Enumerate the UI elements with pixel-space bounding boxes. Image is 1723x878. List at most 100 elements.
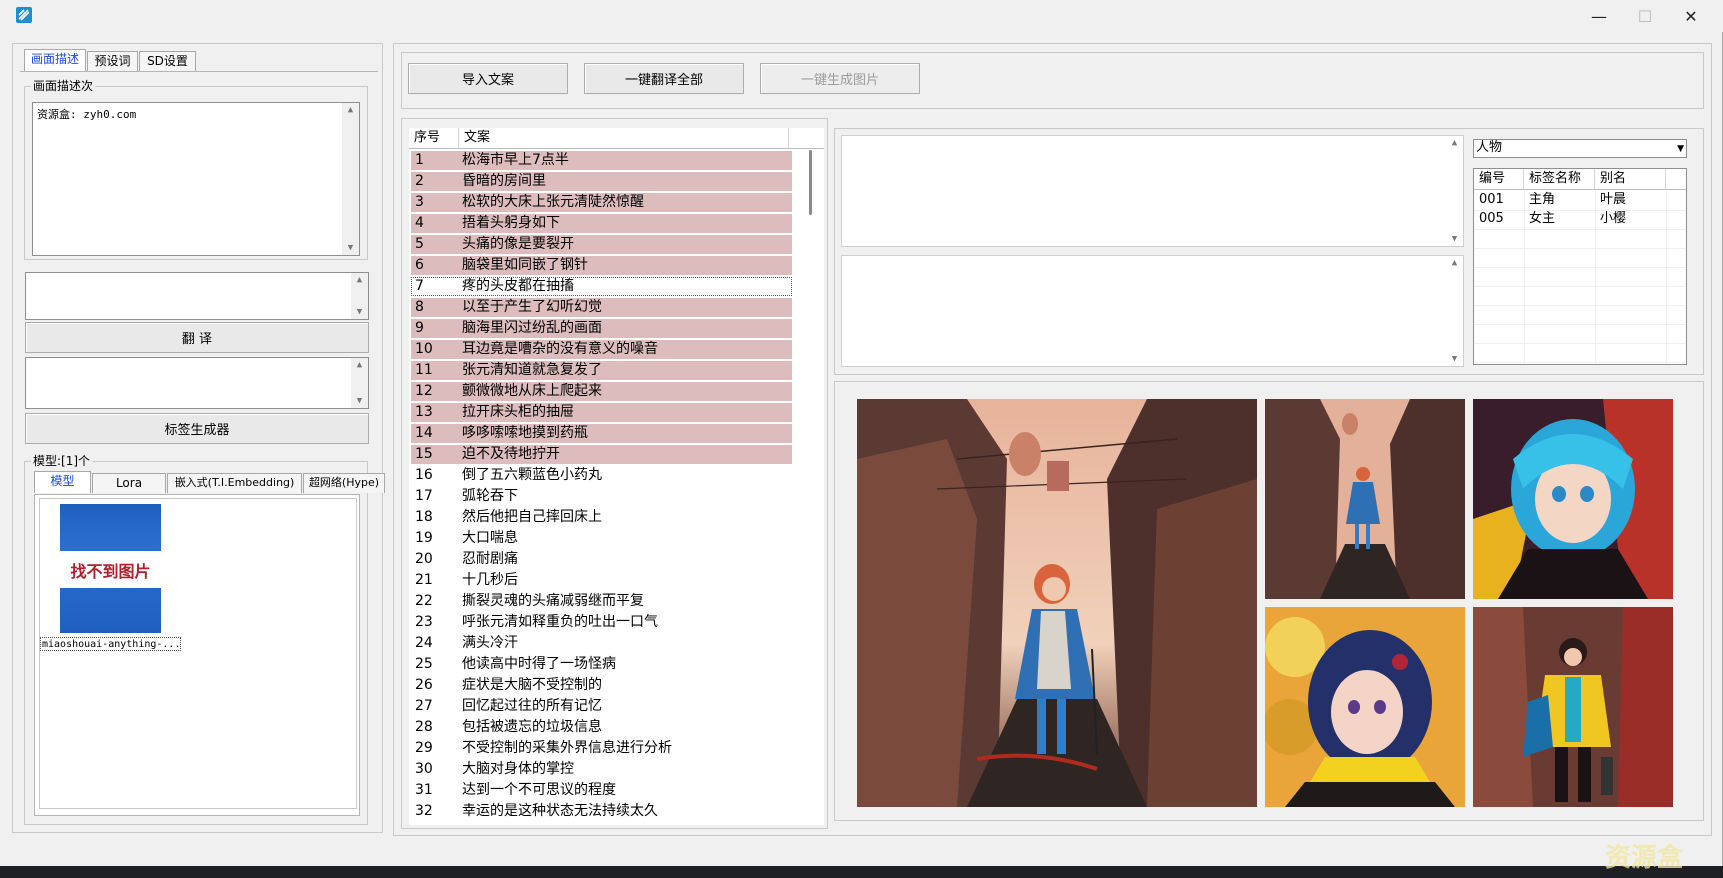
table-row[interactable]: 14 哆哆嗦嗦地摸到药瓶 (411, 424, 792, 443)
table-row[interactable]: 29 不受控制的采集外界信息进行分析 (411, 739, 792, 758)
row-script-text: 昏暗的房间里 (462, 173, 546, 189)
scroll-up-icon[interactable]: ▲ (1446, 136, 1463, 150)
table-row[interactable]: 22 撕裂灵魂的头痛减弱继而平复 (411, 592, 792, 611)
table-row[interactable]: 17 弧轮吞下 (411, 487, 792, 506)
generated-image-main[interactable] (857, 399, 1257, 807)
prompt-preview-scrollbar[interactable]: ▲ ▼ (1446, 136, 1463, 246)
scroll-up-icon[interactable]: ▲ (351, 358, 368, 372)
model-tab-strip: 模型 Lora 嵌入式(T.I.Embedding) 超网络(Hype) (32, 471, 385, 494)
translated-textarea[interactable]: ▲ ▼ (25, 357, 369, 409)
tab-model[interactable]: 模型 (34, 471, 91, 493)
model-name-label[interactable]: miaoshouai-anything-... (40, 637, 181, 651)
table-row[interactable]: 12 颤微微地从床上爬起来 (411, 382, 792, 401)
scroll-up-icon[interactable]: ▲ (1446, 256, 1463, 270)
generated-image-3[interactable] (1473, 399, 1673, 599)
table-row[interactable]: 3 松软的大床上张元清陡然惊醒 (411, 193, 792, 212)
character-row[interactable]: 001 主角 叶晨 (1474, 191, 1666, 209)
table-row[interactable]: 7 疼的头皮都在抽搐 (411, 277, 792, 296)
generated-image-4[interactable] (1265, 607, 1465, 807)
row-index: 24 (415, 635, 433, 651)
character-row[interactable]: 005 女主 小樱 (1474, 210, 1666, 228)
table-row[interactable]: 16 倒了五六颗蓝色小药丸 (411, 466, 792, 485)
chevron-down-icon[interactable]: ▼ (1677, 141, 1684, 157)
scrollbar-thumb[interactable] (809, 150, 812, 215)
import-script-button[interactable]: 导入文案 (408, 63, 568, 94)
tab-hypernetwork[interactable]: 超网络(Hype) (303, 473, 385, 493)
table-row[interactable]: 10 耳边竟是嘈杂的没有意义的噪音 (411, 340, 792, 359)
tab-sd-settings[interactable]: SD设置 (139, 51, 196, 71)
row-index: 6 (415, 257, 424, 273)
prompt-textarea[interactable]: ▲ ▼ (25, 272, 369, 320)
script-list[interactable]: 序号 文案 1 松海市早上7点半 2 昏暗的房间里 3 松软的大床上张元清陡然惊醒 4 捂着头… (409, 128, 824, 825)
generated-image-5[interactable] (1473, 607, 1673, 807)
maximize-button[interactable]: ☐ (1622, 0, 1668, 32)
scroll-down-icon[interactable]: ▼ (1446, 232, 1463, 246)
translate-button[interactable]: 翻 译 (25, 322, 369, 353)
table-row[interactable]: 24 满头冷汗 (411, 634, 792, 653)
table-row[interactable]: 15 迫不及待地拧开 (411, 445, 792, 464)
row-script-text: 倒了五六颗蓝色小药丸 (462, 467, 602, 483)
header-id[interactable]: 编号 (1474, 169, 1524, 189)
description-textarea[interactable]: 资源盒: zyh0.com ▲ ▼ (32, 102, 360, 256)
table-row[interactable]: 6 脑袋里如同嵌了钢针 (411, 256, 792, 275)
script-list-scrollbar[interactable] (805, 150, 824, 825)
character-table[interactable]: 编号 标签名称 别名 001 主角 叶晨 005 女主 小樱 (1473, 168, 1687, 365)
scroll-down-icon[interactable]: ▼ (351, 305, 368, 319)
header-alias[interactable]: 别名 (1595, 169, 1666, 189)
tag-alias: 叶晨 (1600, 192, 1627, 207)
table-row[interactable]: 2 昏暗的房间里 (411, 172, 792, 191)
table-row[interactable]: 21 十几秒后 (411, 571, 792, 590)
scroll-up-icon[interactable]: ▲ (351, 273, 368, 287)
row-index: 25 (415, 656, 433, 672)
header-script[interactable]: 文案 (459, 128, 789, 148)
table-row[interactable]: 32 幸运的是这种状态无法持续太久 (411, 802, 792, 821)
table-row[interactable]: 30 大脑对身体的掌控 (411, 760, 792, 779)
header-tag-name[interactable]: 标签名称 (1524, 169, 1595, 189)
prompt-preview-textarea[interactable]: ▲ ▼ (841, 135, 1464, 247)
tab-lora[interactable]: Lora (92, 473, 166, 493)
table-row[interactable]: 9 脑海里闪过纷乱的画面 (411, 319, 792, 338)
table-row[interactable]: 18 然后他把自己摔回床上 (411, 508, 792, 527)
generate-all-images-button[interactable]: 一键生成图片 (760, 63, 920, 94)
table-row[interactable]: 13 拉开床头柜的抽屉 (411, 403, 792, 422)
row-script-text: 耳边竟是嘈杂的没有意义的噪音 (462, 341, 658, 357)
row-script-text: 不受控制的采集外界信息进行分析 (462, 740, 672, 756)
row-index: 30 (415, 761, 433, 777)
negative-preview-scrollbar[interactable]: ▲ ▼ (1446, 256, 1463, 366)
prompt-scrollbar[interactable]: ▲ ▼ (351, 273, 368, 319)
table-row[interactable]: 27 回忆起过往的所有记忆 (411, 697, 792, 716)
tab-preset-words[interactable]: 预设词 (87, 51, 138, 71)
table-row[interactable]: 20 忍耐剧痛 (411, 550, 792, 569)
tab-embedding[interactable]: 嵌入式(T.I.Embedding) (167, 473, 302, 493)
tab-scene-description[interactable]: 画面描述 (24, 49, 86, 71)
row-script-text: 大脑对身体的掌控 (462, 761, 574, 777)
row-script-text: 哆哆嗦嗦地摸到药瓶 (462, 425, 588, 441)
row-script-text: 脑海里闪过纷乱的画面 (462, 320, 602, 336)
scroll-down-icon[interactable]: ▼ (342, 241, 359, 255)
scroll-up-icon[interactable]: ▲ (342, 103, 359, 117)
scroll-down-icon[interactable]: ▼ (351, 394, 368, 408)
model-thumbnail[interactable]: 找不到图片 (60, 504, 161, 633)
close-button[interactable]: ✕ (1668, 0, 1714, 32)
table-row[interactable]: 25 他读高中时得了一场怪病 (411, 655, 792, 674)
table-row[interactable]: 26 症状是大脑不受控制的 (411, 676, 792, 695)
generated-image-2[interactable] (1265, 399, 1465, 599)
table-row[interactable]: 8 以至于产生了幻听幻觉 (411, 298, 792, 317)
table-row[interactable]: 4 捂着头躬身如下 (411, 214, 792, 233)
scroll-down-icon[interactable]: ▼ (1446, 352, 1463, 366)
table-row[interactable]: 28 包括被遗忘的垃圾信息 (411, 718, 792, 737)
table-row[interactable]: 5 头痛的像是要裂开 (411, 235, 792, 254)
character-type-dropdown[interactable]: 人物 ▼ (1473, 139, 1687, 158)
minimize-button[interactable]: — (1576, 0, 1622, 32)
table-row[interactable]: 31 达到一个不可思议的程度 (411, 781, 792, 800)
tag-generator-button[interactable]: 标签生成器 (25, 413, 369, 444)
header-index[interactable]: 序号 (409, 128, 459, 148)
table-row[interactable]: 23 呼张元清如释重负的吐出一口气 (411, 613, 792, 632)
table-row[interactable]: 19 大口喘息 (411, 529, 792, 548)
table-row[interactable]: 1 松海市早上7点半 (411, 151, 792, 170)
translate-all-button[interactable]: 一键翻译全部 (584, 63, 744, 94)
table-row[interactable]: 11 张元清知道就急复发了 (411, 361, 792, 380)
translated-scrollbar[interactable]: ▲ ▼ (351, 358, 368, 408)
description-scrollbar[interactable]: ▲ ▼ (342, 103, 359, 255)
negative-preview-textarea[interactable]: ▲ ▼ (841, 255, 1464, 367)
